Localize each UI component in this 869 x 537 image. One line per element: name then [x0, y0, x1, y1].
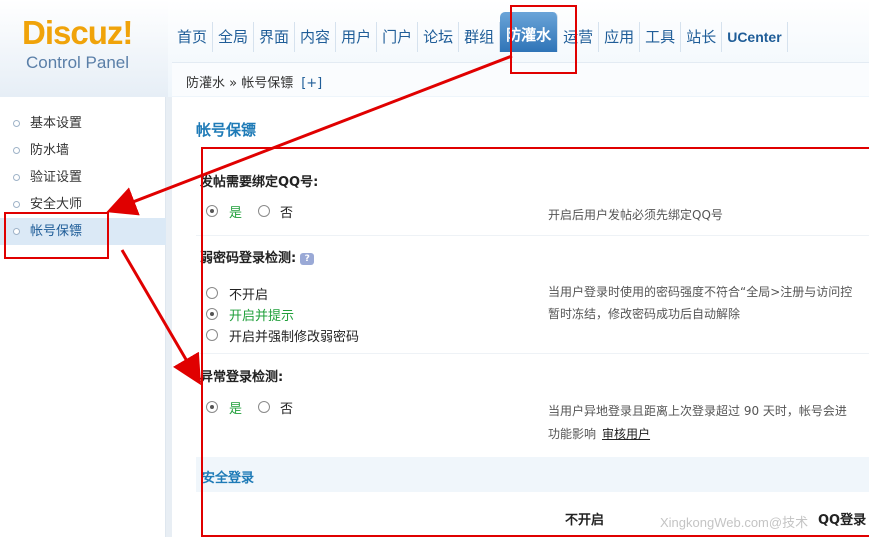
- nav-forum[interactable]: 论坛: [418, 22, 460, 52]
- nav-group[interactable]: 群组: [459, 22, 501, 52]
- bullet-icon: [13, 174, 20, 181]
- breadcrumb: 防灌水 » 帐号保镖 [+]: [186, 72, 322, 91]
- nav-ucenter[interactable]: UCenter: [722, 22, 788, 52]
- sidebar-item-verify[interactable]: 验证设置: [0, 164, 166, 191]
- nav-plugin[interactable]: 应用: [599, 22, 641, 52]
- bullet-icon: [13, 120, 20, 127]
- sidebar-item-label: 基本设置: [30, 116, 83, 131]
- add-menu-button[interactable]: [+]: [301, 76, 322, 91]
- logo[interactable]: Discuz! Control Panel: [0, 0, 168, 97]
- sidebar-item-basic[interactable]: 基本设置: [0, 110, 166, 137]
- bullet-icon: [13, 201, 20, 208]
- page-title: 帐号保镖: [196, 121, 257, 139]
- highlight-box-sidebar: [4, 212, 109, 259]
- nav-user[interactable]: 用户: [336, 22, 378, 52]
- nav-home[interactable]: 首页: [172, 22, 214, 52]
- sidebar-item-label: 验证设置: [30, 170, 83, 185]
- sidebar-item-label: 安全大师: [30, 197, 83, 212]
- nav-tools[interactable]: 工具: [640, 22, 682, 52]
- sidebar-item-label: 防水墙: [30, 143, 70, 158]
- header: Discuz! Control Panel 首页 全局 界面 内容 用户 门户 …: [0, 0, 869, 97]
- nav-global[interactable]: 全局: [213, 22, 255, 52]
- highlight-box-nav: [510, 5, 577, 74]
- logo-text: Discuz!: [22, 14, 133, 51]
- breadcrumb-text: 防灌水 » 帐号保镖: [186, 76, 294, 91]
- logo-subtitle: Control Panel: [26, 53, 130, 72]
- top-nav: 首页 全局 界面 内容 用户 门户 论坛 群组 防灌水 运营 应用 工具 站长 …: [172, 12, 788, 52]
- sidebar: 基本设置 防水墙 验证设置 安全大师 帐号保镖: [0, 97, 166, 537]
- sidebar-item-floodwall[interactable]: 防水墙: [0, 137, 166, 164]
- nav-portal[interactable]: 门户: [377, 22, 419, 52]
- nav-content[interactable]: 内容: [295, 22, 337, 52]
- highlight-box-content: [201, 147, 869, 537]
- bullet-icon: [13, 147, 20, 154]
- nav-style[interactable]: 界面: [254, 22, 296, 52]
- nav-founder[interactable]: 站长: [681, 22, 723, 52]
